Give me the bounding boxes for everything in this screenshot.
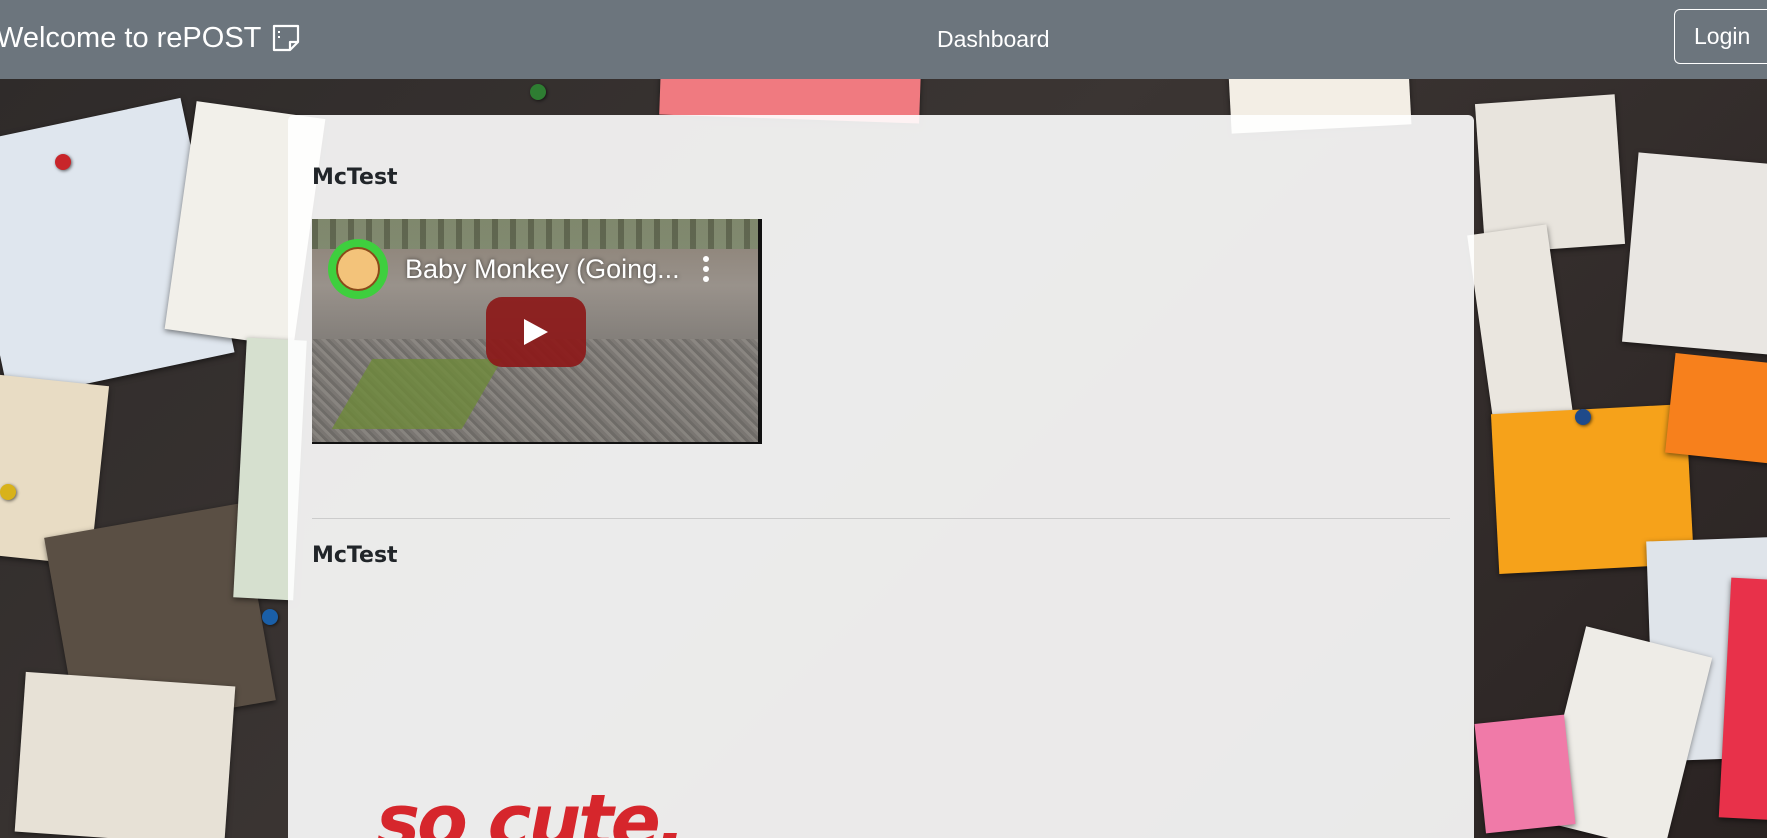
post-author: McTest — [312, 543, 398, 568]
more-vertical-icon[interactable] — [702, 255, 710, 283]
brand-link[interactable]: Welcome to rePOST — [0, 18, 301, 58]
post-divider — [312, 518, 1450, 519]
video-embed[interactable]: Baby Monkey (Going... — [312, 219, 762, 444]
youtube-play-icon[interactable] — [486, 297, 586, 367]
posts-card: McTest Baby Monkey (Going... McTest so c… — [288, 115, 1474, 838]
login-button[interactable]: Login — [1674, 9, 1767, 64]
post-image: so cute. — [376, 779, 686, 838]
sticky-note-icon — [271, 23, 301, 53]
top-navbar: Welcome to rePOST Dashboard Login — [0, 0, 1767, 79]
brand-text: Welcome to rePOST — [0, 22, 262, 54]
nav-link-dashboard[interactable]: Dashboard — [937, 24, 1050, 54]
video-title[interactable]: Baby Monkey (Going... — [405, 253, 680, 285]
post-author: McTest — [312, 165, 398, 190]
channel-avatar-icon[interactable] — [328, 239, 388, 299]
